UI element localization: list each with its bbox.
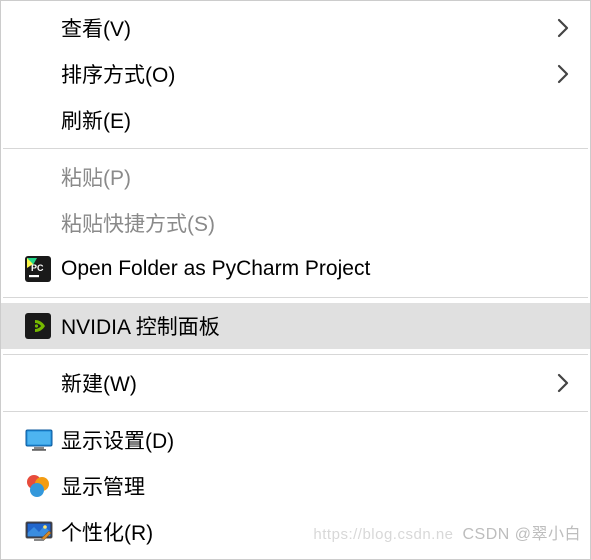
personalize-icon: [25, 518, 61, 546]
menu-item-new[interactable]: 新建(W): [1, 360, 590, 406]
menu-item-label: 刷新(E): [61, 105, 572, 135]
icon-slot-empty: [25, 163, 61, 191]
menu-item-label: 粘贴快捷方式(S): [61, 208, 572, 238]
menu-item-label: 显示管理: [61, 471, 572, 501]
menu-item-nvidia[interactable]: NVIDIA 控制面板: [1, 303, 590, 349]
menu-item-display-settings[interactable]: 显示设置(D): [1, 417, 590, 463]
display-settings-icon: [25, 426, 61, 454]
menu-separator: [3, 354, 588, 355]
icon-slot-empty: [25, 60, 61, 88]
menu-item-label: 查看(V): [61, 13, 554, 43]
icon-slot-empty: [25, 209, 61, 237]
menu-item-label: 新建(W): [61, 368, 554, 398]
menu-item-personalize[interactable]: 个性化(R): [1, 509, 590, 555]
menu-item-pycharm[interactable]: PC Open Folder as PyCharm Project: [1, 246, 590, 292]
menu-separator: [3, 411, 588, 412]
menu-item-paste-shortcut: 粘贴快捷方式(S): [1, 200, 590, 246]
menu-item-refresh[interactable]: 刷新(E): [1, 97, 590, 143]
icon-slot-empty: [25, 369, 61, 397]
menu-separator: [3, 148, 588, 149]
menu-item-paste: 粘贴(P): [1, 154, 590, 200]
menu-separator: [3, 297, 588, 298]
svg-text:PC: PC: [31, 263, 44, 273]
pycharm-icon: PC: [25, 255, 61, 283]
menu-item-view[interactable]: 查看(V): [1, 5, 590, 51]
display-management-icon: [25, 472, 61, 500]
menu-item-display-management[interactable]: 显示管理: [1, 463, 590, 509]
menu-item-label: 显示设置(D): [61, 425, 572, 455]
menu-item-label: 个性化(R): [61, 517, 572, 547]
chevron-right-icon: [554, 64, 572, 84]
menu-item-sort[interactable]: 排序方式(O): [1, 51, 590, 97]
menu-item-label: 排序方式(O): [61, 59, 554, 89]
menu-item-label: 粘贴(P): [61, 162, 572, 192]
chevron-right-icon: [554, 18, 572, 38]
menu-item-label: NVIDIA 控制面板: [61, 311, 572, 341]
icon-slot-empty: [25, 106, 61, 134]
chevron-right-icon: [554, 373, 572, 393]
nvidia-icon: [25, 312, 61, 340]
icon-slot-empty: [25, 14, 61, 42]
desktop-context-menu: 查看(V) 排序方式(O) 刷新(E) 粘贴(P) 粘贴快捷方式(S) PC: [0, 0, 591, 560]
menu-item-label: Open Folder as PyCharm Project: [61, 257, 572, 281]
